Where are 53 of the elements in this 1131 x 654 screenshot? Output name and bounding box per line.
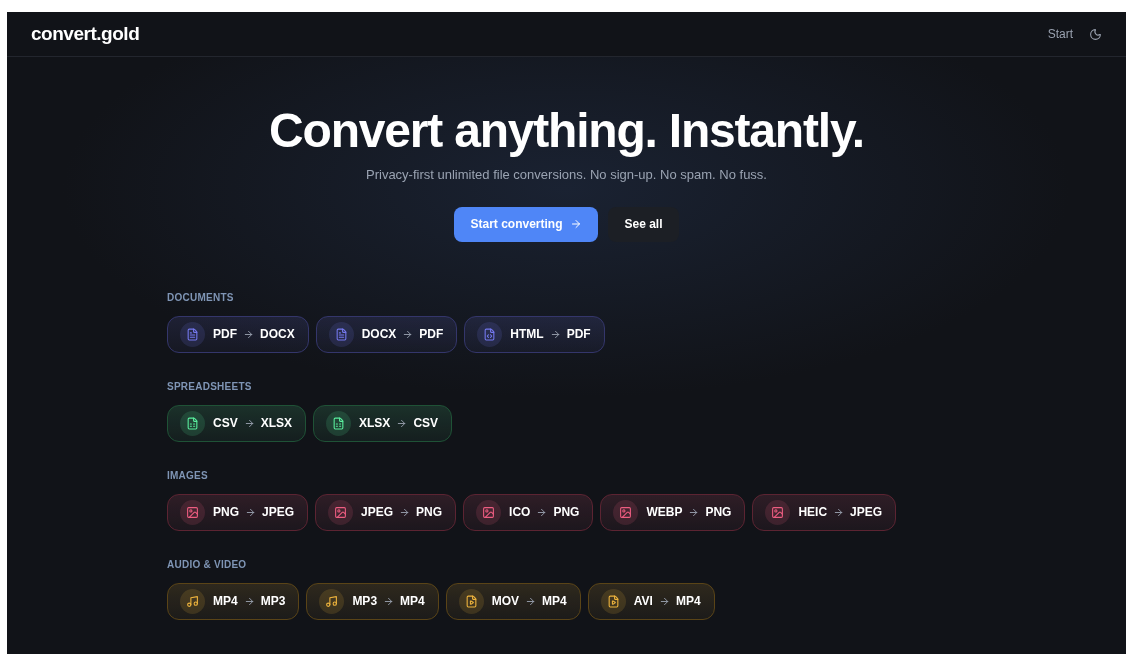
arrow-icon <box>549 328 561 340</box>
arrow-icon <box>402 328 414 340</box>
see-all-button[interactable]: See all <box>608 206 679 242</box>
arrow-icon <box>399 506 411 518</box>
conversion-chip[interactable]: CSV XLSX <box>167 404 307 442</box>
arrow-icon <box>396 417 408 429</box>
image-icon <box>771 505 785 519</box>
conversion-chip[interactable]: MP4 MP3 <box>167 582 300 620</box>
image-icon <box>482 505 496 519</box>
video-file-icon <box>464 594 478 608</box>
conversion-chip[interactable]: WEBP PNG <box>600 493 746 531</box>
music-note-icon <box>186 594 199 608</box>
document-icon <box>334 327 348 341</box>
document-icon <box>186 327 199 341</box>
category-label: IMAGES <box>167 468 209 483</box>
code-file-icon <box>483 327 497 341</box>
hero-title: Convert anything. Instantly. <box>269 105 864 157</box>
logo[interactable]: convert.gold <box>31 19 140 49</box>
video-file-icon <box>606 594 620 608</box>
image-icon <box>334 505 348 519</box>
arrow-icon <box>658 595 670 607</box>
conversion-chip[interactable]: HTML PDF <box>464 315 605 353</box>
nav-link[interactable]: Start <box>1047 25 1073 43</box>
hero-subtitle: Privacy-first unlimited file conversions. No sign-up. No spam. No fuss. <box>366 166 767 184</box>
conversion-chip[interactable]: PDF DOCX <box>167 315 309 353</box>
spreadsheet-icon <box>332 416 346 430</box>
spreadsheet-icon <box>186 416 199 430</box>
conversion-chip[interactable]: XLSX CSV <box>313 404 453 442</box>
music-note-icon <box>325 594 339 608</box>
arrow-icon <box>243 328 254 340</box>
moon-icon[interactable] <box>1089 27 1102 41</box>
conversion-chip[interactable]: DOCX PDF <box>315 315 458 353</box>
image-icon <box>619 505 633 519</box>
arrow-icon <box>536 506 548 518</box>
arrow-icon <box>245 506 256 518</box>
arrow-icon <box>243 417 255 429</box>
conversion-chip[interactable]: AVI MP4 <box>587 582 715 620</box>
conversion-chip[interactable]: ICO PNG <box>463 493 594 531</box>
arrow-icon <box>570 218 583 230</box>
image-icon <box>186 505 199 519</box>
category-label: DOCUMENTS <box>167 290 235 305</box>
arrow-icon <box>243 595 255 607</box>
arrow-icon <box>383 595 395 607</box>
conversion-chip[interactable]: JPEG PNG <box>315 493 457 531</box>
conversion-chip[interactable]: MOV MP4 <box>445 582 581 620</box>
arrow-icon <box>688 506 700 518</box>
arrow-icon <box>833 506 845 518</box>
arrow-icon <box>525 595 537 607</box>
category-label: SPREADSHEETS <box>167 379 253 394</box>
conversion-chip[interactable]: PNG JPEG <box>167 493 309 531</box>
conversion-chip[interactable]: HEIC JPEG <box>752 493 897 531</box>
conversion-chip[interactable]: MP3 MP4 <box>306 582 439 620</box>
category-label: AUDIO & VIDEO <box>167 557 248 572</box>
